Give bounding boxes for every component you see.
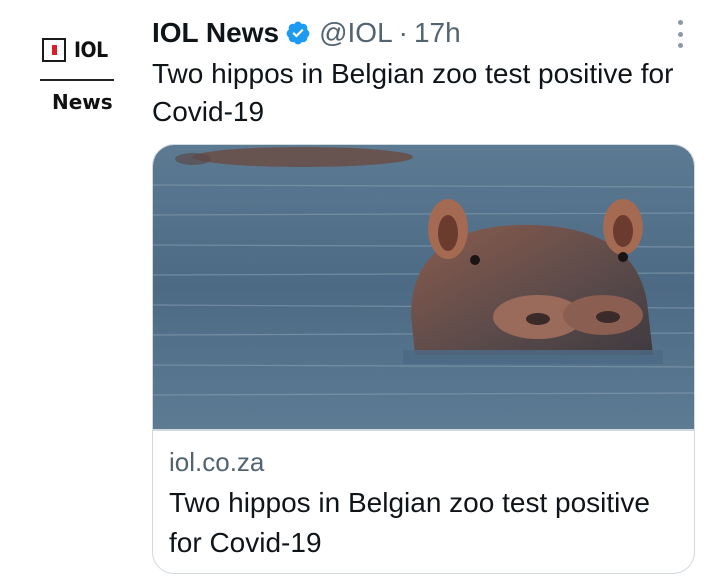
more-dot [677, 43, 683, 48]
more-dot [677, 20, 683, 25]
display-name[interactable]: IOL News [152, 14, 279, 52]
card-domain[interactable]: iol.co.za [169, 447, 264, 478]
separator-dot: · [398, 17, 408, 48]
tweet-header: IOL News @IOL · 17h [152, 14, 461, 52]
logo-divider [40, 79, 114, 81]
timestamp[interactable]: 17h [414, 14, 461, 52]
more-options-icon[interactable] [672, 20, 688, 48]
iol-logo: IOL [42, 38, 108, 62]
verified-badge-icon [286, 21, 310, 45]
more-dot [677, 31, 683, 37]
tweet-text: Two hippos in Belgian zoo test positive … [152, 58, 674, 127]
card-title[interactable]: Two hippos in Belgian zoo test positive … [169, 483, 679, 563]
handle[interactable]: @IOL [319, 14, 393, 52]
logo-square-icon [42, 38, 66, 62]
card-divider [153, 429, 694, 431]
logo-subtext: News [52, 90, 113, 114]
hippo-photo[interactable] [153, 145, 695, 429]
logo-text: IOL [74, 38, 108, 62]
link-card[interactable]: iol.co.za Two hippos in Belgian zoo test… [152, 144, 695, 574]
avatar[interactable]: IOL News [30, 24, 126, 120]
